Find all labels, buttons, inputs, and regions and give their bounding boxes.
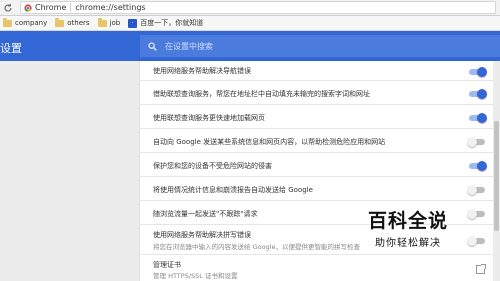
setting-row-autocomplete[interactable]: 借助联想查询服务，帮您在地址栏中自动填充未输完的搜索字词和网址: [140, 81, 493, 105]
bookmark-label: others: [67, 19, 90, 27]
bookmark-baidu[interactable]: · 百度一下，你就知道: [128, 18, 203, 28]
chip-label: Chrome: [35, 3, 67, 12]
bookmark-job[interactable]: job: [97, 17, 121, 27]
setting-label: 自动向 Google 发送某些系统信息和网页内容，以帮助检测危险应用和网站: [153, 138, 386, 146]
preload-pages-toggle[interactable]: [469, 113, 487, 123]
safe-browsing-toggle[interactable]: [469, 161, 487, 171]
setting-label: 使用网络服务帮助解决拼写错误: [153, 231, 251, 239]
left-pane: [0, 61, 140, 281]
baidu-icon: ·: [128, 18, 138, 28]
do-not-track-toggle[interactable]: [467, 209, 485, 219]
reload-icon[interactable]: [2, 2, 14, 14]
setting-description: 将您在浏览器中输入的内容发送给 Google，以便提供更智能的拼写检查: [153, 243, 360, 251]
external-link-icon[interactable]: [476, 264, 486, 274]
bookmark-company[interactable]: company: [3, 17, 48, 27]
site-chip[interactable]: Chrome: [24, 3, 72, 12]
bookmark-label: 百度一下，你就知道: [140, 19, 204, 27]
setting-row-navigation-errors[interactable]: 使用网络服务帮助解决导航错误: [140, 61, 493, 81]
usage-stats-toggle[interactable]: [467, 185, 485, 195]
watermark: 百科全说 助你轻松解决: [352, 206, 464, 249]
search-placeholder: 在设置中搜索: [165, 41, 213, 51]
settings-search-input[interactable]: 在设置中搜索: [140, 35, 500, 57]
watermark-subtitle: 助你轻松解决: [375, 238, 441, 249]
setting-label: 使用网络服务帮助解决导航错误: [153, 67, 251, 75]
settings-header: 设置 在设置中搜索: [0, 31, 500, 61]
setting-description: 管理 HTTPS/SSL 证书和设置: [153, 272, 238, 280]
folder-icon: [3, 17, 12, 27]
folder-icon: [55, 17, 65, 27]
setting-row-preload-pages[interactable]: 使用联想查询服务更快速地加载网页: [140, 105, 493, 129]
navigation-errors-toggle[interactable]: [469, 67, 487, 77]
setting-row-manage-certificates[interactable]: 管理证书 管理 HTTPS/SSL 证书和设置: [140, 255, 493, 281]
spelling-toggle[interactable]: [467, 236, 485, 246]
setting-label: 使用联想查询服务更快速地加载网页: [153, 114, 265, 122]
setting-label: 借助联想查询服务，帮您在地址栏中自动填充未输完的搜索字词和网址: [153, 90, 370, 98]
bookmark-others[interactable]: others: [55, 17, 90, 27]
chrome-icon: [24, 3, 32, 12]
scrollbar[interactable]: [493, 61, 500, 281]
address-bar: Chrome chrome://settings: [0, 0, 500, 16]
folder-icon: [97, 17, 107, 27]
url-text: chrome://settings: [75, 3, 146, 12]
url-input[interactable]: Chrome chrome://settings: [20, 1, 496, 14]
setting-label: 保护您和您的设备不受危险网站的侵害: [153, 162, 272, 170]
setting-label: 管理证书: [153, 261, 181, 269]
setting-row-usage-stats[interactable]: 将使用情况统计信息和崩溃报告自动发送给 Google: [140, 177, 493, 201]
bookmark-label: job: [109, 19, 121, 27]
autocomplete-toggle[interactable]: [469, 89, 487, 99]
setting-row-safe-browsing[interactable]: 保护您和您的设备不受危险网站的侵害: [140, 153, 493, 177]
page-title: 设置: [0, 42, 22, 55]
watermark-title: 百科全说: [367, 210, 448, 232]
bookmarks-bar: company others job · 百度一下，你就知道: [0, 16, 500, 31]
setting-label: 将使用情况统计信息和崩溃报告自动发送给 Google: [153, 186, 313, 194]
safe-browsing-reports-toggle[interactable]: [467, 137, 485, 147]
setting-label: 随浏览流量一起发送"不跟踪"请求: [153, 210, 258, 218]
search-icon: [148, 41, 157, 51]
setting-row-safe-browsing-reports[interactable]: 自动向 Google 发送某些系统信息和网页内容，以帮助检测危险应用和网站: [140, 129, 493, 153]
bookmark-label: company: [15, 19, 48, 27]
scrollbar-thumb[interactable]: [494, 121, 499, 231]
